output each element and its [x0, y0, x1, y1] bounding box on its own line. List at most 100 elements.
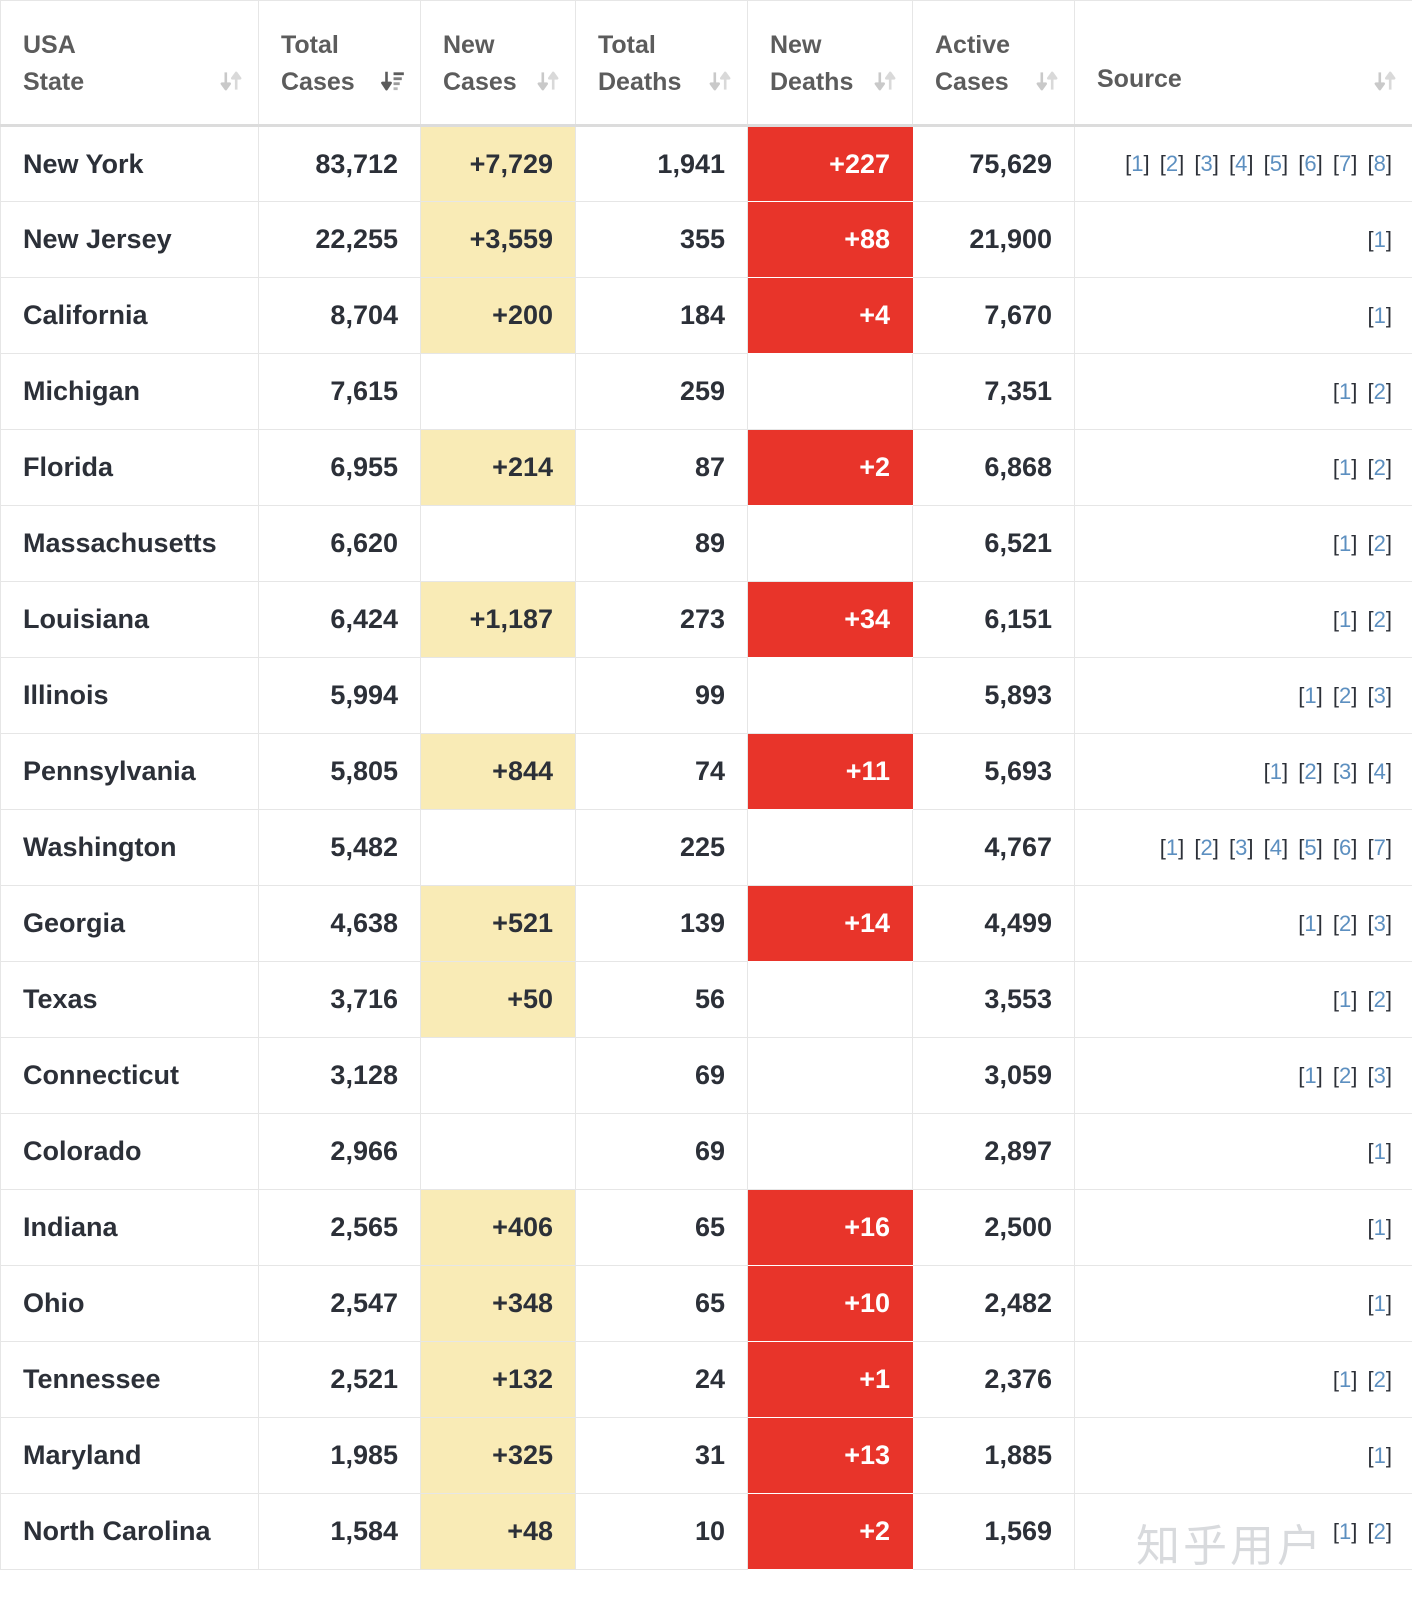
source-reference-link[interactable]: [1]: [1333, 1519, 1358, 1544]
source-reference-link[interactable]: [1]: [1298, 1063, 1323, 1088]
cell-source: [1] [2]: [1074, 1341, 1412, 1418]
source-reference-link[interactable]: [2]: [1368, 607, 1393, 632]
source-reference-link[interactable]: [1]: [1368, 1291, 1393, 1316]
sort-toggle-icon[interactable]: [218, 68, 244, 94]
cell-total-cases: 6,620: [258, 505, 421, 582]
source-reference-link[interactable]: [5]: [1264, 151, 1289, 176]
source-reference-link[interactable]: [2]: [1298, 759, 1323, 784]
source-reference-link[interactable]: [2]: [1333, 911, 1358, 936]
source-reference-link[interactable]: [1]: [1368, 227, 1393, 252]
source-reference-link[interactable]: [3]: [1229, 835, 1254, 860]
sort-toggle-icon[interactable]: [1034, 68, 1060, 94]
source-reference-link[interactable]: [4]: [1368, 759, 1393, 784]
source-reference-link[interactable]: [2]: [1333, 683, 1358, 708]
source-reference-link[interactable]: [1]: [1333, 1367, 1358, 1392]
cell-new-deaths: +227: [747, 125, 913, 202]
source-reference-link[interactable]: [3]: [1368, 1063, 1393, 1088]
cell-state: New Jersey: [0, 201, 259, 278]
sort-toggle-icon[interactable]: [1372, 68, 1398, 94]
source-reference-link[interactable]: [1]: [1333, 987, 1358, 1012]
cell-new-cases: +521: [420, 885, 576, 962]
source-reference-link[interactable]: [1]: [1333, 531, 1358, 556]
table-row: Indiana 2,565 +406 65 +16 2,500 [1]: [0, 1189, 1412, 1266]
header-line-2: Cases: [443, 67, 517, 96]
source-reference-link[interactable]: [8]: [1368, 151, 1393, 176]
cell-total-deaths: 355: [575, 201, 748, 278]
source-reference-link[interactable]: [2]: [1160, 151, 1185, 176]
cell-total-deaths: 10: [575, 1493, 748, 1570]
cell-total-cases: 1,584: [258, 1493, 421, 1570]
cell-source: [1] [2] [3]: [1074, 657, 1412, 734]
source-reference-link[interactable]: [2]: [1368, 987, 1393, 1012]
cell-total-deaths: 65: [575, 1265, 748, 1342]
source-reference-link[interactable]: [4]: [1264, 835, 1289, 860]
source-reference-link[interactable]: [2]: [1368, 455, 1393, 480]
column-header-new_deaths[interactable]: New Deaths: [747, 0, 913, 127]
cell-total-cases: 7,615: [258, 353, 421, 430]
table-row: Florida 6,955 +214 87 +2 6,868 [1] [2]: [0, 429, 1412, 506]
column-header-total_deaths[interactable]: Total Deaths: [575, 0, 748, 127]
cell-new-cases: +325: [420, 1417, 576, 1494]
source-reference-link[interactable]: [7]: [1368, 835, 1393, 860]
source-reference-link[interactable]: [3]: [1368, 911, 1393, 936]
cell-new-cases: [420, 353, 576, 430]
source-reference-link[interactable]: [6]: [1298, 151, 1323, 176]
cell-total-deaths: 69: [575, 1037, 748, 1114]
source-reference-link[interactable]: [2]: [1368, 1519, 1393, 1544]
source-reference-link[interactable]: [1]: [1264, 759, 1289, 784]
cell-total-cases: 2,521: [258, 1341, 421, 1418]
sort-toggle-icon[interactable]: [535, 68, 561, 94]
column-header-new_cases[interactable]: New Cases: [420, 0, 576, 127]
covid-stats-table-page: USA State Total Cases New Cases Total Deaths New…: [0, 0, 1412, 1610]
header-line-2: State: [23, 67, 85, 96]
source-reference-link[interactable]: [7]: [1333, 151, 1358, 176]
cell-total-deaths: 139: [575, 885, 748, 962]
source-reference-link[interactable]: [2]: [1368, 531, 1393, 556]
column-header-source[interactable]: Source: [1074, 0, 1412, 127]
source-reference-link[interactable]: [5]: [1298, 835, 1323, 860]
cell-total-cases: 8,704: [258, 277, 421, 354]
source-reference-link[interactable]: [2]: [1368, 1367, 1393, 1392]
source-reference-link[interactable]: [1]: [1160, 835, 1185, 860]
source-reference-link[interactable]: [3]: [1194, 151, 1219, 176]
cell-total-deaths: 69: [575, 1113, 748, 1190]
cell-total-deaths: 24: [575, 1341, 748, 1418]
source-reference-link[interactable]: [6]: [1333, 835, 1358, 860]
cell-active-cases: 21,900: [912, 201, 1075, 278]
cell-total-cases: 2,966: [258, 1113, 421, 1190]
cell-total-cases: 22,255: [258, 201, 421, 278]
cell-active-cases: 2,500: [912, 1189, 1075, 1266]
sort-toggle-icon[interactable]: [707, 68, 733, 94]
cell-total-cases: 5,805: [258, 733, 421, 810]
column-header-total_cases[interactable]: Total Cases: [258, 0, 421, 127]
column-header-active_cases[interactable]: Active Cases: [912, 0, 1075, 127]
cell-total-cases: 6,955: [258, 429, 421, 506]
source-reference-link[interactable]: [1]: [1298, 911, 1323, 936]
source-reference-link[interactable]: [2]: [1194, 835, 1219, 860]
cell-new-cases: +214: [420, 429, 576, 506]
sort-toggle-icon[interactable]: [872, 68, 898, 94]
cell-state: Massachusetts: [0, 505, 259, 582]
cell-active-cases: 2,482: [912, 1265, 1075, 1342]
source-reference-link[interactable]: [2]: [1333, 1063, 1358, 1088]
source-reference-link[interactable]: [1]: [1298, 683, 1323, 708]
source-reference-link[interactable]: [1]: [1333, 379, 1358, 404]
source-reference-link[interactable]: [1]: [1368, 1443, 1393, 1468]
source-reference-link[interactable]: [1]: [1368, 1139, 1393, 1164]
cell-total-cases: 4,638: [258, 885, 421, 962]
cell-new-deaths: [747, 1037, 913, 1114]
source-reference-link[interactable]: [1]: [1333, 455, 1358, 480]
source-reference-link[interactable]: [1]: [1368, 1215, 1393, 1240]
source-reference-link[interactable]: [4]: [1229, 151, 1254, 176]
source-reference-link[interactable]: [1]: [1125, 151, 1150, 176]
sort-descending-icon[interactable]: [380, 68, 406, 94]
source-reference-link[interactable]: [3]: [1368, 683, 1393, 708]
source-reference-link[interactable]: [1]: [1368, 303, 1393, 328]
source-reference-link[interactable]: [2]: [1368, 379, 1393, 404]
cell-state: Colorado: [0, 1113, 259, 1190]
cell-active-cases: 4,767: [912, 809, 1075, 886]
source-reference-link[interactable]: [3]: [1333, 759, 1358, 784]
column-header-state[interactable]: USA State: [0, 0, 259, 127]
source-reference-link[interactable]: [1]: [1333, 607, 1358, 632]
header-line-1: USA: [23, 31, 76, 59]
